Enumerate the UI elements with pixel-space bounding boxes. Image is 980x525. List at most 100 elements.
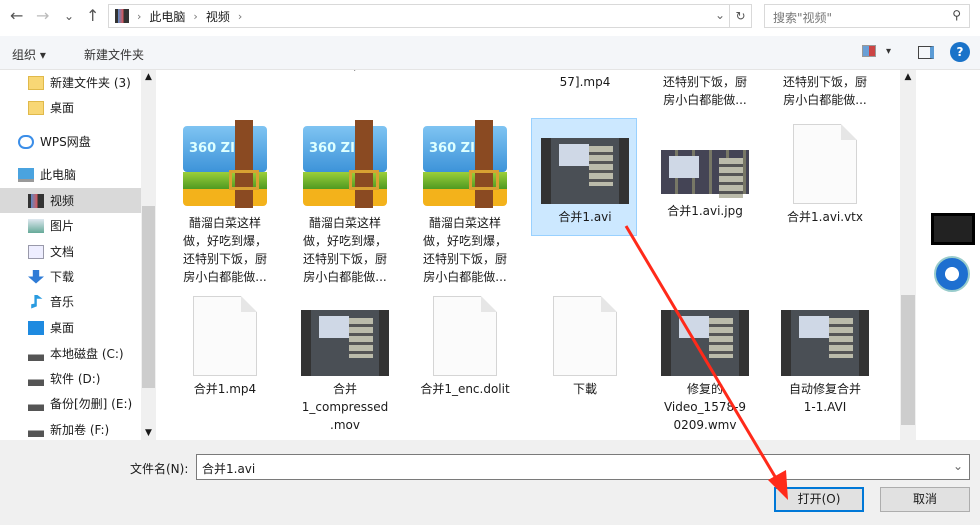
scroll-thumb[interactable] [142, 206, 155, 388]
navigation-bar: ← → ⌄ ↑ › 此电脑 › 视频 › ⌄ ↻ 搜索"视频" ⚲ [0, 0, 980, 36]
sidebar-item[interactable]: 本地磁盘 (C:) [0, 341, 141, 366]
file-item[interactable]: 0209.wmv [413, 70, 517, 73]
sidebar-item[interactable]: 新建文件夹 (3) [0, 70, 141, 95]
address-dropdown-icon[interactable]: ⌄ [715, 8, 725, 22]
file-name: 合并 [332, 382, 357, 396]
folder-icon [28, 75, 44, 90]
sidebar-item-label: 本地磁盘 (C:) [50, 347, 124, 361]
file-name: 房小白都能做... [783, 93, 867, 107]
computer-icon [18, 167, 34, 182]
file-list: 00190.flv rul.mp3 0209.wmv 02-25 [09-20-57]… [156, 70, 900, 440]
sidebar-item[interactable]: WPS网盘 [0, 129, 141, 154]
refresh-button[interactable]: ↻ [729, 5, 751, 27]
back-button[interactable]: ← [10, 6, 23, 25]
file-item[interactable]: 360 ZIP 醋溜白菜这样 做，好吃到爆， 还特别下饭，厨 房小白都能做... [173, 120, 277, 286]
video-icon [28, 193, 44, 208]
cloud-icon [18, 134, 34, 149]
up-button[interactable]: ↑ [86, 6, 99, 25]
sidebar-scrollbar[interactable]: ▲ ▼ [141, 70, 156, 440]
sidebar-item[interactable]: 音乐 [0, 289, 141, 314]
file-name: 醋溜白菜这样 [308, 216, 381, 230]
file-item[interactable]: 合并1.avi.vtx [773, 120, 877, 226]
filename-dropdown-icon[interactable]: ⌄ [953, 459, 963, 473]
file-name: 1_compressed [301, 400, 389, 414]
file-item[interactable]: 做，好吃到爆，还特别下饭，厨房小白都能做... [773, 70, 877, 109]
file-item[interactable]: 合并1.mp4 [173, 292, 277, 398]
music-icon [31, 294, 43, 309]
recent-locations-button[interactable]: ⌄ [64, 9, 74, 23]
organize-button[interactable]: 组织 ▾ [12, 46, 46, 63]
zip-archive-icon: 360 ZIP [423, 120, 507, 208]
document-icon [553, 296, 617, 376]
download-icon [28, 269, 44, 284]
file-item[interactable]: 360 ZIP 醋溜白菜这样 做，好吃到爆， 还特别下饭，厨 房小白都能做... [413, 120, 517, 286]
sidebar-item[interactable]: 视频 [0, 188, 141, 213]
file-item[interactable]: 合并 1_compressed .mov [293, 292, 397, 434]
forward-button[interactable]: → [36, 6, 49, 25]
scroll-thumb[interactable] [901, 295, 915, 425]
file-item[interactable]: 合并1_enc.dolit [413, 292, 517, 398]
search-icon[interactable]: ⚲ [952, 8, 961, 22]
file-item[interactable]: rul.mp3 [293, 70, 397, 73]
file-name: 0209.wmv [673, 418, 737, 432]
sidebar-item[interactable]: 此电脑 [0, 162, 141, 187]
sidebar-item-label: 图片 [50, 219, 75, 233]
document-icon [193, 296, 257, 376]
zip-archive-icon: 360 ZIP [183, 120, 267, 208]
scroll-up-arrow[interactable]: ▲ [141, 72, 156, 82]
file-name: 做，好吃到爆， [182, 234, 267, 248]
search-input[interactable]: 搜索"视频" ⚲ [764, 4, 970, 28]
file-item[interactable]: 自动修复合并 1-1.AVI [773, 292, 877, 416]
sidebar-item-label: 桌面 [50, 321, 75, 335]
video-library-icon [115, 9, 129, 23]
file-name: 1-1.AVI [803, 400, 847, 414]
file-item[interactable]: 下載 [533, 292, 637, 398]
scroll-up-arrow[interactable]: ▲ [900, 72, 916, 82]
file-item[interactable]: 合并1.avi [531, 118, 637, 236]
sidebar-item-label: 新建文件夹 (3) [50, 76, 131, 90]
file-name: 醋溜白菜这样 [188, 216, 261, 230]
address-bar[interactable]: › 此电脑 › 视频 › ⌄ ↻ [108, 4, 752, 28]
cancel-button[interactable]: 取消 [880, 487, 970, 512]
sidebar-item[interactable]: 下载 [0, 264, 141, 289]
sidebar-item[interactable]: 图片 [0, 213, 141, 238]
file-item[interactable]: 00190.flv [173, 70, 277, 73]
file-name: Video_1578-9 [663, 400, 747, 414]
drive-icon [28, 371, 44, 386]
file-item[interactable]: 修复的 Video_1578-9 0209.wmv [653, 292, 757, 434]
file-name: 合并1.mp4 [193, 382, 257, 396]
pictures-icon [28, 218, 44, 233]
zip-archive-icon: 360 ZIP [303, 120, 387, 208]
sidebar-item[interactable]: 文档 [0, 239, 141, 264]
file-name: 做，好吃到爆， [302, 234, 387, 248]
filename-input[interactable]: 合并1.avi ⌄ [196, 454, 970, 480]
view-dropdown-icon[interactable]: ▾ [886, 46, 891, 57]
sidebar-item[interactable]: 桌面 [0, 315, 141, 340]
open-button[interactable]: 打开(O) [774, 487, 864, 512]
sidebar-item-label: 音乐 [50, 295, 75, 309]
file-item[interactable]: 02-25 [09-20-57].mp4 [533, 70, 637, 91]
breadcrumb-this-pc[interactable]: 此电脑 [149, 8, 185, 25]
file-item[interactable]: 做，好吃到爆，还特别下饭，厨房小白都能做... [653, 70, 757, 109]
breadcrumb-separator: › [137, 9, 142, 23]
sidebar-item[interactable]: 新加卷 (F:) [0, 417, 141, 440]
file-item[interactable]: 360 ZIP 醋溜白菜这样 做，好吃到爆， 还特别下饭，厨 房小白都能做... [293, 120, 397, 286]
file-name: 房小白都能做... [423, 270, 507, 284]
preview-pane-icon[interactable] [918, 46, 934, 59]
file-list-scrollbar[interactable]: ▲ [900, 70, 916, 440]
file-name: 0209.wmv [413, 70, 517, 73]
help-icon[interactable]: ? [950, 42, 970, 62]
search-placeholder: 搜索"视频" [773, 11, 833, 25]
preview-pane [916, 70, 980, 440]
view-options-icon[interactable] [862, 45, 876, 57]
video-thumbnail [661, 310, 749, 376]
new-folder-button[interactable]: 新建文件夹 [84, 46, 144, 63]
file-item[interactable]: 合并1.avi.jpg [653, 120, 757, 220]
breadcrumb-videos[interactable]: 视频 [206, 8, 230, 25]
sidebar-item[interactable]: 软件 (D:) [0, 366, 141, 391]
sidebar-item[interactable]: 备份[勿删] (E:) [0, 391, 141, 416]
scroll-down-arrow[interactable]: ▼ [141, 428, 156, 438]
play-icon[interactable] [934, 256, 970, 292]
filename-value: 合并1.avi [202, 462, 256, 476]
sidebar-item[interactable]: 桌面 [0, 95, 141, 120]
